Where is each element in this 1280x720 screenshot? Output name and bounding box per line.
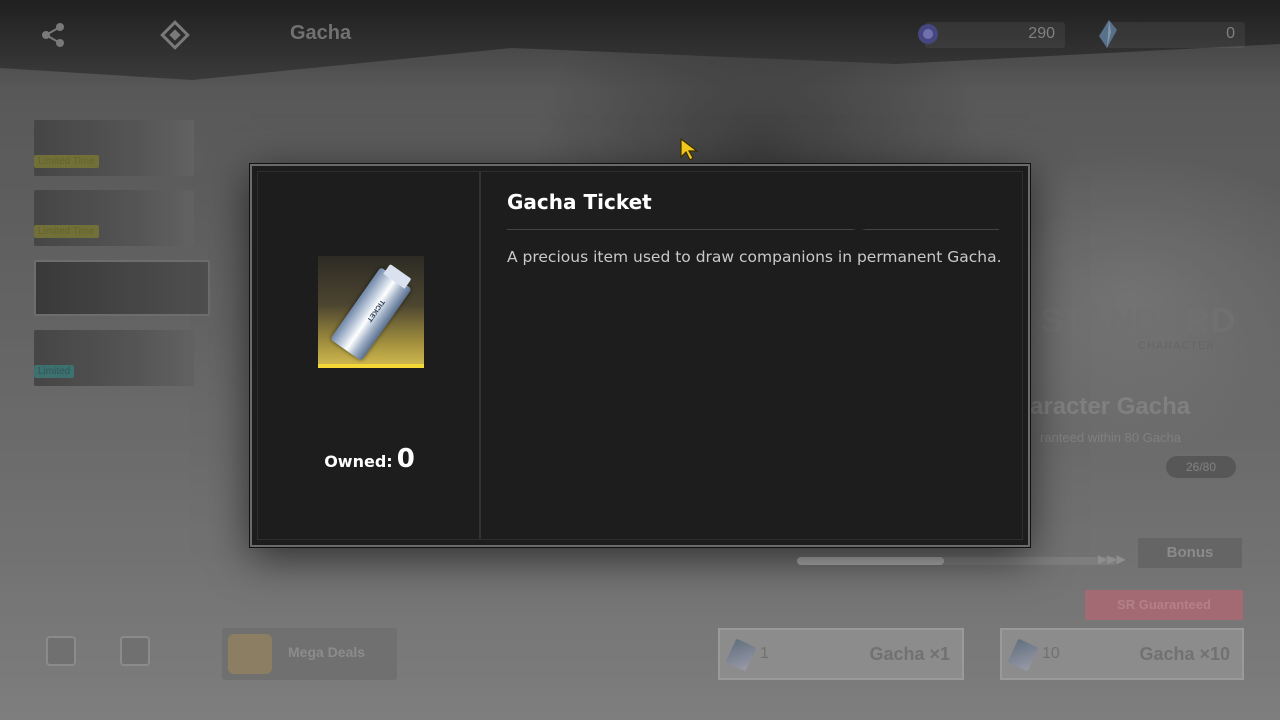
item-description: A precious item used to draw companions … xyxy=(507,248,1002,266)
owned-count: Owned: 0 xyxy=(258,444,481,474)
item-card: TICKET xyxy=(318,256,424,368)
item-preview-pane: TICKET Owned: 0 xyxy=(258,172,481,539)
ticket-print: TICKET xyxy=(365,298,386,323)
item-detail-modal: TICKET Owned: 0 Gacha Ticket A precious i… xyxy=(250,164,1030,547)
title-divider xyxy=(507,229,999,230)
modal-frame: TICKET Owned: 0 Gacha Ticket A precious i… xyxy=(257,171,1023,540)
item-title: Gacha Ticket xyxy=(507,190,652,214)
gacha-ticket-icon: TICKET xyxy=(330,267,412,361)
owned-label: Owned: xyxy=(324,452,393,471)
mouse-cursor-icon xyxy=(679,137,701,161)
item-info-pane: Gacha Ticket A precious item used to dra… xyxy=(507,172,1002,539)
owned-value: 0 xyxy=(396,444,415,474)
